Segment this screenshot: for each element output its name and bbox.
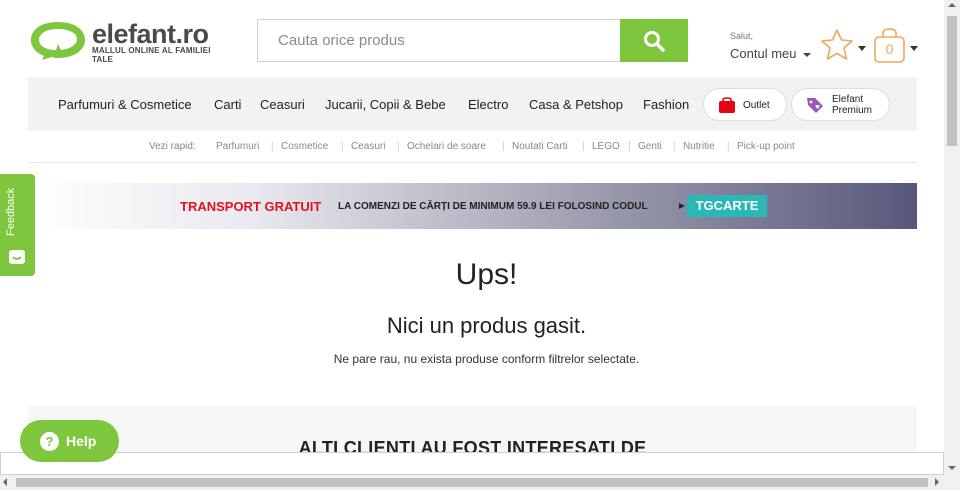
recommendations-section: ALTI CLIENTI AU FOST INTERESATI DE — [28, 406, 917, 456]
scroll-down-icon[interactable] — [948, 466, 956, 470]
elephant-logo-icon — [31, 22, 85, 60]
outlet-label: Outlet — [743, 100, 770, 111]
scroll-left-icon[interactable] — [3, 478, 7, 486]
account-label: Contul meu — [730, 46, 797, 61]
quick-link[interactable]: Cosmetice — [281, 141, 328, 152]
nav-item-casa[interactable]: Casa & Petshop — [529, 97, 623, 112]
outlet-button[interactable]: Outlet — [703, 88, 787, 121]
scroll-thumb[interactable] — [16, 478, 928, 487]
account-menu[interactable]: Contul meu — [730, 46, 812, 61]
chevron-down-icon — [803, 52, 812, 57]
category-nav: Parfumuri & Cosmetice Carti Ceasuri Juca… — [28, 77, 917, 131]
chevron-down-icon — [858, 46, 866, 51]
quick-links-label: Vezi rapid: — [149, 141, 196, 152]
quick-link[interactable]: Ceasuri — [351, 141, 385, 152]
quick-link[interactable]: Genti — [638, 141, 662, 152]
nav-item-jucarii[interactable]: Jucarii, Copii & Bebe — [325, 97, 446, 112]
question-icon: ? — [40, 432, 59, 451]
scroll-thumb[interactable] — [947, 16, 957, 146]
empty-detail: Ne pare rau, nu exista produse conform f… — [333, 352, 640, 366]
logo-tagline: MALLUL ONLINE AL FAMILIEI TALE — [92, 46, 211, 64]
quick-link[interactable]: Noutati Carti — [512, 141, 568, 152]
tag-heart-icon — [807, 98, 823, 113]
quick-link[interactable]: Pick-up point — [737, 141, 795, 152]
page: elefant.ro MALLUL ONLINE AL FAMILIEI TAL… — [0, 0, 960, 490]
search-button[interactable] — [620, 19, 688, 62]
vertical-scrollbar[interactable] — [944, 0, 960, 490]
quick-link[interactable]: Parfumuri — [216, 141, 259, 152]
nav-item-ceasuri[interactable]: Ceasuri — [260, 97, 305, 112]
shopping-bag-icon — [719, 97, 735, 113]
empty-title: Ups! — [455, 258, 518, 291]
wishlist-button[interactable] — [818, 27, 868, 67]
bottom-bar — [0, 452, 944, 475]
search-input[interactable] — [257, 19, 620, 62]
banner-text: LA COMENZI DE CĂRȚI DE MINIMUM 59.9 LEI … — [338, 201, 648, 212]
divider — [28, 162, 917, 163]
nav-item-electro[interactable]: Electro — [468, 97, 508, 112]
banner-highlight: TRANSPORT GRATUIT — [180, 199, 322, 214]
promo-banner[interactable]: TRANSPORT GRATUIT LA COMENZI DE CĂRȚI DE… — [28, 183, 917, 229]
cart-count: 0 — [885, 41, 894, 57]
horizontal-scrollbar[interactable] — [0, 475, 944, 490]
arrow-right-icon — [679, 203, 685, 209]
cart-button[interactable]: 0 — [872, 27, 920, 67]
quick-link[interactable]: LEGO — [592, 141, 620, 152]
quick-link[interactable]: Nutritie — [683, 141, 715, 152]
premium-label-2: Premium — [832, 105, 873, 116]
scroll-right-icon[interactable] — [935, 478, 939, 486]
premium-label-1: Elefant — [832, 94, 864, 105]
star-icon — [821, 29, 866, 60]
quick-link[interactable]: Ochelari de soare — [407, 141, 486, 152]
search-icon — [644, 30, 665, 52]
help-button[interactable]: ? Help — [20, 420, 119, 462]
nav-item-fashion[interactable]: Fashion — [643, 97, 689, 112]
feedback-smile-icon — [9, 250, 25, 264]
feedback-tab[interactable]: Feedback — [0, 174, 35, 276]
feedback-label: Feedback — [5, 187, 17, 236]
empty-subtitle: Nici un produs gasit. — [386, 313, 587, 338]
greeting-label: Salut, — [730, 31, 754, 41]
help-label: Help — [66, 433, 97, 449]
premium-button[interactable]: Elefant Premium — [791, 88, 890, 121]
nav-item-carti[interactable]: Carti — [214, 97, 241, 112]
scroll-up-icon[interactable] — [948, 3, 956, 7]
site-logo[interactable]: elefant.ro MALLUL ONLINE AL FAMILIEI TAL… — [28, 19, 233, 64]
banner-code: TGCARTE — [687, 195, 767, 217]
nav-item-parfumuri[interactable]: Parfumuri & Cosmetice — [58, 97, 192, 112]
